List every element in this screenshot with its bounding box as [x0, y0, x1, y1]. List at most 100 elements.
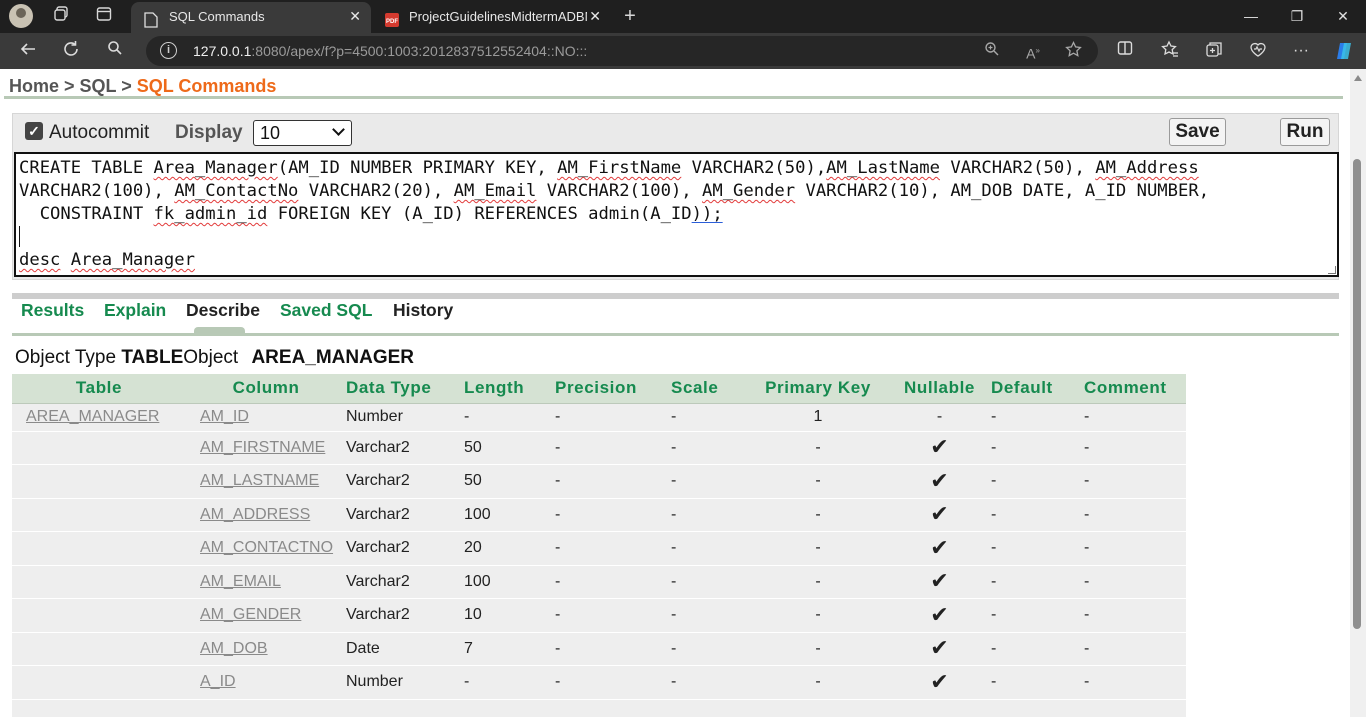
column-name-link[interactable]: A_ID: [200, 673, 236, 690]
length-cell: 100: [464, 565, 555, 599]
run-button[interactable]: Run: [1280, 118, 1330, 146]
data-type-cell: Number: [346, 403, 464, 432]
column-name-link[interactable]: AM_GENDER: [200, 606, 301, 623]
column-name-link[interactable]: AM_DOB: [200, 640, 268, 657]
default-cell: -: [991, 598, 1084, 633]
zoom-icon[interactable]: [982, 41, 1002, 61]
object-type-value: TABLE: [121, 347, 184, 368]
display-select[interactable]: 10: [253, 120, 352, 146]
precision-cell-text: -: [555, 639, 561, 657]
comment-cell-text: -: [1084, 606, 1090, 624]
header-length: Length: [464, 374, 555, 404]
back-icon[interactable]: [17, 40, 39, 62]
precision-cell-text: -: [555, 438, 561, 456]
precision-cell: -: [555, 431, 671, 465]
column-name-link: AM_CONTACTNO: [186, 531, 346, 566]
search-icon[interactable]: [104, 40, 126, 62]
default-cell: -: [991, 632, 1084, 666]
primary-key-cell: -: [748, 632, 888, 666]
comment-cell: -: [1084, 598, 1186, 633]
primary-key-cell-text: -: [815, 673, 821, 691]
resize-handle-icon[interactable]: [1328, 266, 1336, 274]
table-name-link: [12, 498, 186, 532]
data-type-cell: Date: [346, 632, 464, 666]
collections-icon[interactable]: [1203, 40, 1225, 62]
column-name-link[interactable]: AM_EMAIL: [200, 573, 281, 590]
code-line-3: CONSTRAINT fk_admin_id FOREIGN KEY (A_ID…: [19, 204, 723, 224]
default-cell-text: -: [991, 572, 997, 590]
header-default: Default: [991, 374, 1084, 404]
data-type-cell: Varchar2: [346, 531, 464, 566]
minimize-icon[interactable]: —: [1228, 0, 1274, 33]
data-type-cell-text: Varchar2: [346, 572, 410, 590]
tab-project-guidelines[interactable]: PDF ProjectGuidelinesMidtermADBMS ✕: [371, 2, 611, 33]
precision-cell-text: -: [555, 572, 561, 590]
close-window-icon[interactable]: ✕: [1320, 0, 1366, 33]
column-name-link[interactable]: AM_FIRSTNAME: [200, 439, 325, 456]
header-comment: Comment: [1084, 374, 1186, 404]
length-cell: 100: [464, 498, 555, 532]
data-type-cell-text: Varchar2: [346, 505, 410, 523]
tab-results[interactable]: Results: [21, 300, 84, 321]
favorites-icon[interactable]: [1159, 40, 1181, 62]
read-aloud-icon[interactable]: A»: [1023, 41, 1043, 62]
page-scrollbar[interactable]: [1350, 69, 1366, 717]
save-button[interactable]: Save: [1169, 118, 1226, 146]
comment-cell: -: [1084, 464, 1186, 499]
default-cell-text: -: [991, 408, 997, 425]
copilot-icon[interactable]: [1333, 40, 1355, 62]
split-screen-icon[interactable]: [1114, 40, 1136, 62]
url-field[interactable]: i 127.0.0.1:8080/apex/f?p=4500:1003:2012…: [146, 36, 1098, 66]
browser-tab-bar: SQL Commands ✕ PDF ProjectGuidelinesMidt…: [0, 0, 1366, 33]
more-icon[interactable]: ···: [1290, 40, 1312, 62]
default-cell: -: [991, 464, 1084, 499]
column-name-link[interactable]: AM_ID: [200, 408, 249, 425]
table-name-link: [12, 531, 186, 566]
default-cell: -: [991, 531, 1084, 566]
profile-avatar[interactable]: [9, 4, 33, 28]
tab-close-icon[interactable]: ✕: [349, 2, 361, 31]
object-info: Object Type TABLEObject AREA_MANAGER: [15, 347, 414, 369]
default-cell: -: [991, 403, 1084, 432]
browser-address-bar: i 127.0.0.1:8080/apex/f?p=4500:1003:2012…: [0, 33, 1366, 69]
tab-sql-commands[interactable]: SQL Commands ✕: [131, 2, 371, 33]
tab-explain[interactable]: Explain: [104, 300, 166, 321]
column-name-link[interactable]: AM_ADDRESS: [200, 506, 310, 523]
comment-cell: -: [1084, 403, 1186, 432]
data-type-cell-text: Varchar2: [346, 539, 410, 557]
table-header-row: Table Column Data Type Length Precision …: [12, 374, 1186, 404]
table-footer: [12, 700, 1186, 717]
scale-cell-text: -: [671, 539, 677, 557]
new-tab-icon[interactable]: +: [620, 6, 640, 26]
data-type-cell-text: Number: [346, 673, 403, 691]
primary-key-cell-text: -: [815, 472, 821, 490]
table-name-link[interactable]: AREA_MANAGER: [26, 408, 159, 425]
nullable-cell: -: [888, 403, 991, 432]
tab-history[interactable]: History: [393, 300, 453, 321]
column-name-link[interactable]: AM_CONTACTNO: [200, 539, 333, 556]
column-name-link[interactable]: AM_LASTNAME: [200, 472, 319, 489]
length-cell: -: [464, 665, 555, 700]
default-cell-text: -: [991, 472, 997, 490]
tab-saved-sql[interactable]: Saved SQL: [280, 300, 372, 321]
tab-describe[interactable]: Describe: [186, 300, 260, 321]
scale-cell: -: [671, 464, 748, 499]
restore-icon[interactable]: ❐: [1274, 0, 1320, 33]
breadcrumb-sql-link[interactable]: SQL: [80, 76, 117, 96]
scroll-thumb[interactable]: [1353, 159, 1361, 629]
data-type-cell-text: Varchar2: [346, 438, 410, 456]
breadcrumb-home-link[interactable]: Home: [9, 76, 59, 96]
refresh-icon[interactable]: [60, 40, 82, 62]
site-info-icon[interactable]: i: [160, 42, 177, 59]
favorite-star-icon[interactable]: [1063, 40, 1083, 61]
workspaces-icon[interactable]: [52, 6, 72, 26]
browser-essentials-icon[interactable]: [1247, 40, 1269, 62]
tab-actions-icon[interactable]: [94, 6, 114, 26]
comment-cell: -: [1084, 632, 1186, 666]
tab-close-icon[interactable]: ✕: [589, 2, 601, 31]
scroll-up-icon[interactable]: [1354, 75, 1362, 81]
sql-editor[interactable]: CREATE TABLE Area_Manager(AM_ID NUMBER P…: [14, 152, 1339, 277]
autocommit-checkbox[interactable]: ✓: [25, 122, 43, 140]
chevron-down-icon: [332, 123, 345, 136]
length-cell: 10: [464, 598, 555, 633]
